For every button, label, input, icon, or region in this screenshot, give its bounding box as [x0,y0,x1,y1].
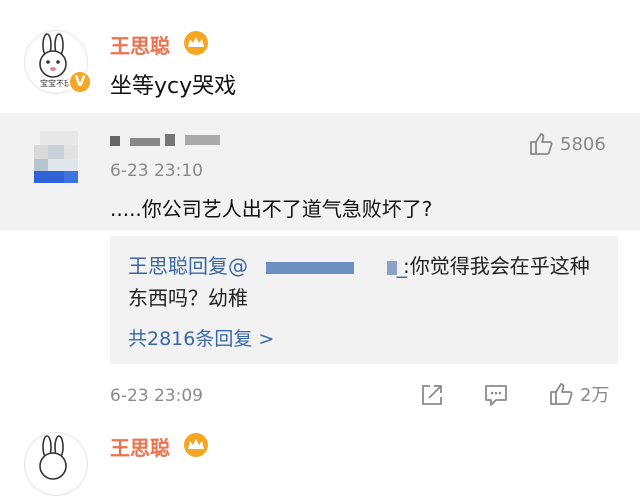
thumbs-up-icon [550,383,573,405]
rabbit-avatar-icon [39,435,67,480]
post-like-button[interactable]: 2万 [548,381,609,407]
verified-badge: V [68,70,92,94]
post-text: 坐等ycy哭戏 [110,74,237,99]
post-username[interactable]: 王思聪 [110,30,170,59]
crown-badge-icon: V [74,74,86,90]
comment-button[interactable] [482,381,510,409]
share-icon [422,385,442,405]
censor-blur [110,132,220,148]
crown-badge-icon [182,30,210,56]
thumbs-up-icon [530,133,553,155]
more-replies-link[interactable]: 共2816条回复 > [128,324,274,351]
comment-like-button[interactable]: 5806 [528,131,606,157]
next-post-username[interactable]: 王思聪 [110,432,170,461]
share-button[interactable] [418,381,446,409]
comment-time: 6-23 23:10 [110,161,203,181]
post-time: 6-23 23:09 [110,386,203,406]
comment-like-count: 5806 [560,133,606,155]
post-like-count: 2万 [580,385,610,406]
crown-badge-icon [182,432,210,458]
reply-text: :你觉得我会在乎这种东西吗？幼稚 [128,254,590,310]
commenter-avatar[interactable] [34,123,84,183]
next-avatar[interactable] [24,432,88,496]
comment-text: .....你公司艺人出不了道气急败坏了? [110,197,433,221]
comment-icon [485,385,507,406]
